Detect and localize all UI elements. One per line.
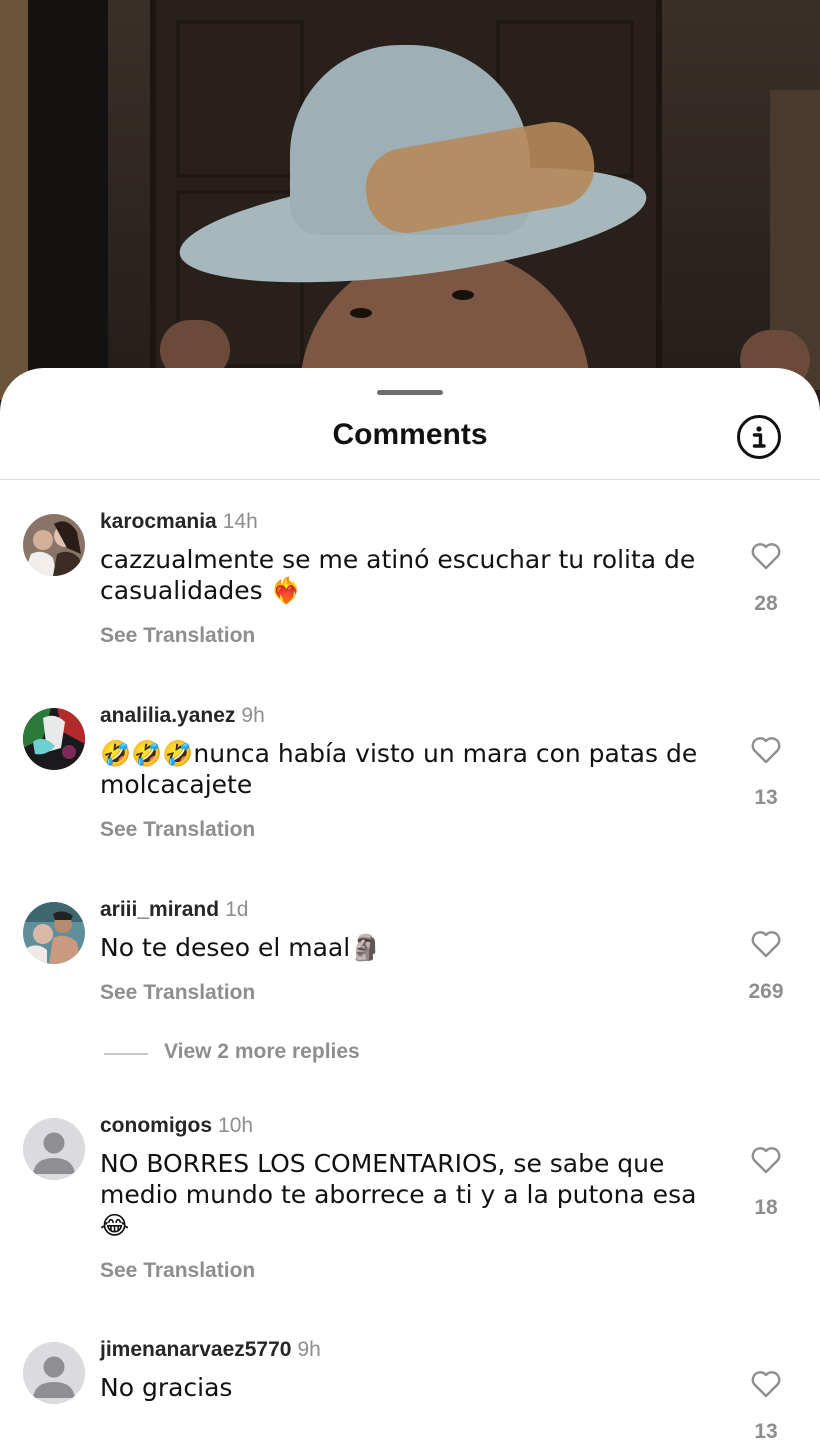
comment-text: cazzualmente se me atinó escuchar tu rol… xyxy=(100,545,696,605)
default-user-icon[interactable] xyxy=(23,1342,85,1404)
see-translation-button[interactable]: See Translation xyxy=(100,624,255,648)
video-background xyxy=(0,0,820,400)
comment-header: conomigos 10h xyxy=(100,1114,253,1138)
see-translation-button[interactable]: See Translation xyxy=(100,981,255,1005)
timestamp: 9h xyxy=(297,1338,321,1361)
like-button[interactable] xyxy=(745,541,787,571)
like-count: 13 xyxy=(754,786,778,809)
default-user-icon[interactable] xyxy=(23,1118,85,1180)
comment-text: No gracias xyxy=(100,1373,233,1402)
timestamp: 9h xyxy=(241,704,265,727)
view-replies-label: View 2 more replies xyxy=(164,1040,360,1063)
like-count: 18 xyxy=(754,1196,778,1219)
sheet-drag-handle[interactable] xyxy=(377,390,443,395)
replies-divider-line xyxy=(104,1053,148,1055)
like-button[interactable] xyxy=(745,735,787,765)
heart-outline-icon xyxy=(751,737,781,764)
like-count: 13 xyxy=(754,1420,778,1440)
username[interactable]: conomigos xyxy=(100,1114,212,1137)
heart-outline-icon xyxy=(751,543,781,570)
avatar[interactable] xyxy=(23,708,85,770)
comment-header: jimenanarvaez5770 9h xyxy=(100,1338,321,1362)
comment-text: No te deseo el maal🗿 xyxy=(100,933,382,962)
heart-outline-icon xyxy=(751,1371,781,1398)
avatar[interactable] xyxy=(23,514,85,576)
info-icon[interactable] xyxy=(737,415,781,459)
header-divider xyxy=(0,479,820,480)
timestamp: 1d xyxy=(225,898,249,921)
comments-sheet: Comments karocmania 14h cazzualmente se m… xyxy=(0,368,820,1440)
like-button[interactable] xyxy=(745,929,787,959)
heart-outline-icon xyxy=(751,1147,781,1174)
avatar[interactable] xyxy=(23,902,85,964)
like-count: 269 xyxy=(748,980,784,1003)
username[interactable]: jimenanarvaez5770 xyxy=(100,1338,291,1361)
comment-text: NO BORRES LOS COMENTARIOS, se sabe que m… xyxy=(100,1149,697,1240)
heart-outline-icon xyxy=(751,931,781,958)
timestamp: 10h xyxy=(218,1114,254,1137)
comment-header: analilia.yanez 9h xyxy=(100,704,265,728)
comment-header: karocmania 14h xyxy=(100,510,258,534)
username[interactable]: ariii_mirand xyxy=(100,898,219,921)
username[interactable]: analilia.yanez xyxy=(100,704,235,727)
like-button[interactable] xyxy=(745,1369,787,1399)
sheet-title: Comments xyxy=(332,418,488,451)
timestamp: 14h xyxy=(222,510,258,533)
see-translation-button[interactable]: See Translation xyxy=(100,818,255,842)
username[interactable]: karocmania xyxy=(100,510,217,533)
comment-text: 🤣🤣🤣nunca había visto un mara con patas d… xyxy=(100,739,698,799)
see-translation-button[interactable]: See Translation xyxy=(100,1259,255,1283)
like-button[interactable] xyxy=(745,1145,787,1175)
like-count: 28 xyxy=(754,592,778,615)
comment-header: ariii_mirand 1d xyxy=(100,898,248,922)
